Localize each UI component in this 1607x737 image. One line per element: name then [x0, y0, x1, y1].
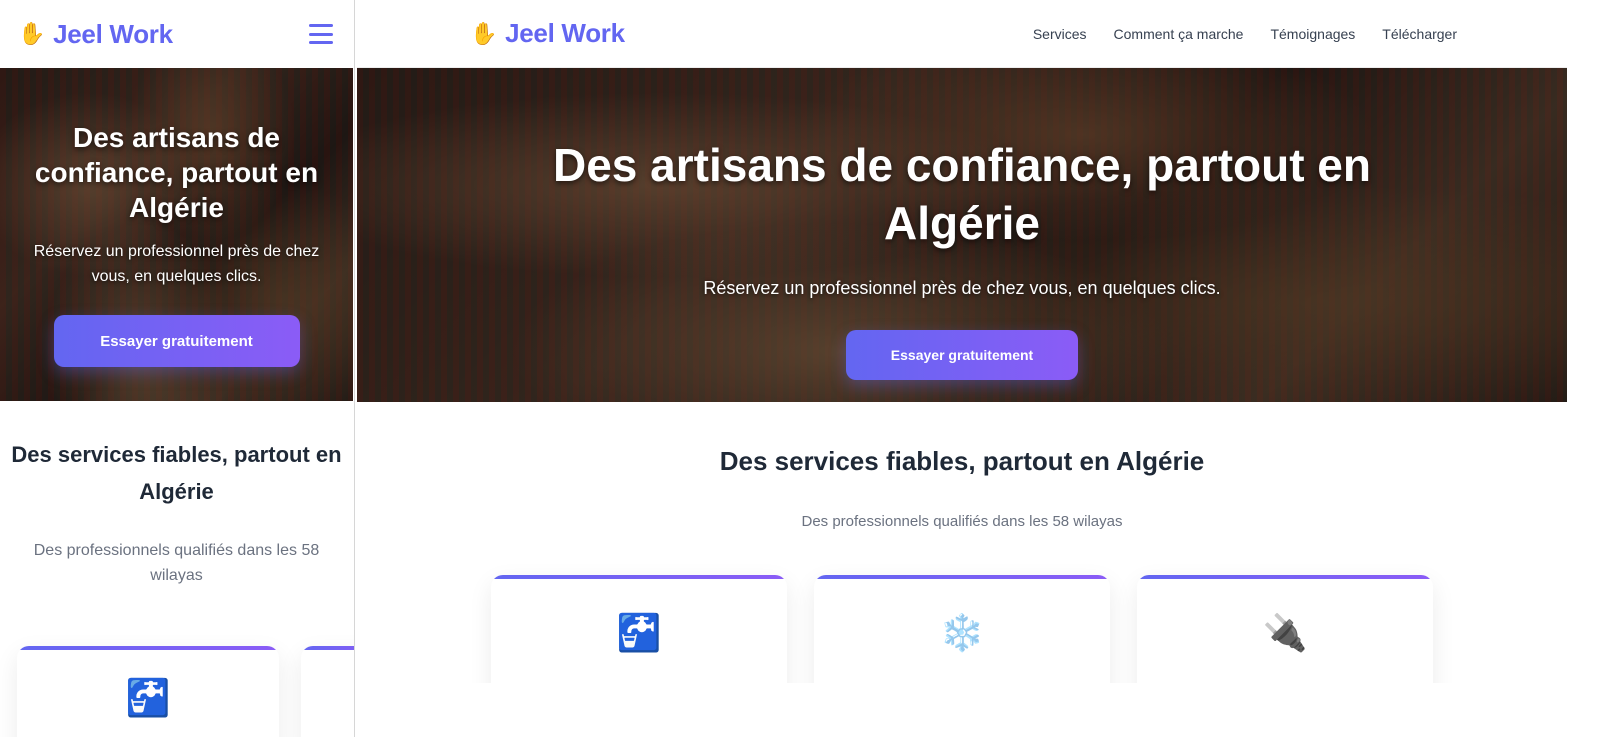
service-card[interactable]: 🚰: [17, 646, 279, 737]
nav-download[interactable]: Télécharger: [1382, 26, 1457, 42]
services-title: Des services fiables, partout en Algérie: [11, 442, 342, 504]
hero-subtitle: Réservez un professionnel près de chez v…: [703, 278, 1221, 298]
desktop-header: ✋ Jeel Work Services Comment ça marche T…: [357, 0, 1567, 68]
nav-testimonials[interactable]: Témoignages: [1270, 26, 1355, 42]
faucet-icon: 🚰: [125, 677, 171, 718]
services-title: Des services fiables, partout en Algérie: [719, 446, 1205, 476]
brand-name: Jeel Work: [53, 18, 173, 49]
main-nav: Services Comment ça marche Témoignages T…: [1033, 26, 1457, 42]
brand-name: Jeel Work: [505, 18, 625, 48]
nav-services[interactable]: Services: [1033, 26, 1087, 42]
hero-subtitle: Réservez un professionnel près de chez v…: [33, 243, 320, 285]
mobile-hero: Des artisans de confiance, partout en Al…: [0, 68, 353, 401]
hero-title: Des artisans de confiance, partout en Al…: [552, 139, 1371, 249]
cta-button[interactable]: Essayer gratuitement: [846, 330, 1078, 380]
hamburger-menu-icon[interactable]: [309, 24, 333, 44]
desktop-viewport: ✋ Jeel Work Services Comment ça marche T…: [357, 0, 1567, 683]
service-card[interactable]: [301, 646, 354, 737]
service-card-plumbing[interactable]: 🚰: [491, 575, 787, 683]
snowflake-icon: ❄️: [939, 612, 985, 653]
hand-logo-icon: ✋: [18, 21, 46, 46]
desktop-hero: Des artisans de confiance, partout en Al…: [357, 68, 1567, 402]
mobile-logo[interactable]: ✋ Jeel Work: [18, 19, 173, 50]
faucet-icon: 🚰: [616, 612, 662, 653]
page-canvas: ✋ Jeel Work Des artisans de confiance, p…: [0, 0, 1607, 737]
mobile-viewport: ✋ Jeel Work Des artisans de confiance, p…: [0, 0, 355, 737]
service-card-air-conditioning[interactable]: ❄️: [814, 575, 1110, 683]
service-card-electricity[interactable]: 🔌: [1137, 575, 1433, 683]
mobile-header: ✋ Jeel Work: [0, 0, 353, 68]
services-subtitle: Des professionnels qualifiés dans les 58…: [801, 513, 1123, 530]
electric-plug-icon: 🔌: [1262, 612, 1308, 653]
hand-logo-icon: ✋: [470, 20, 498, 46]
nav-how-it-works[interactable]: Comment ça marche: [1114, 26, 1244, 42]
desktop-logo[interactable]: ✋ Jeel Work: [470, 18, 625, 49]
cta-button[interactable]: Essayer gratuitement: [53, 315, 300, 367]
hero-title: Des artisans de confiance, partout en Al…: [34, 122, 319, 223]
services-subtitle: Des professionnels qualifiés dans les 58…: [33, 542, 320, 584]
